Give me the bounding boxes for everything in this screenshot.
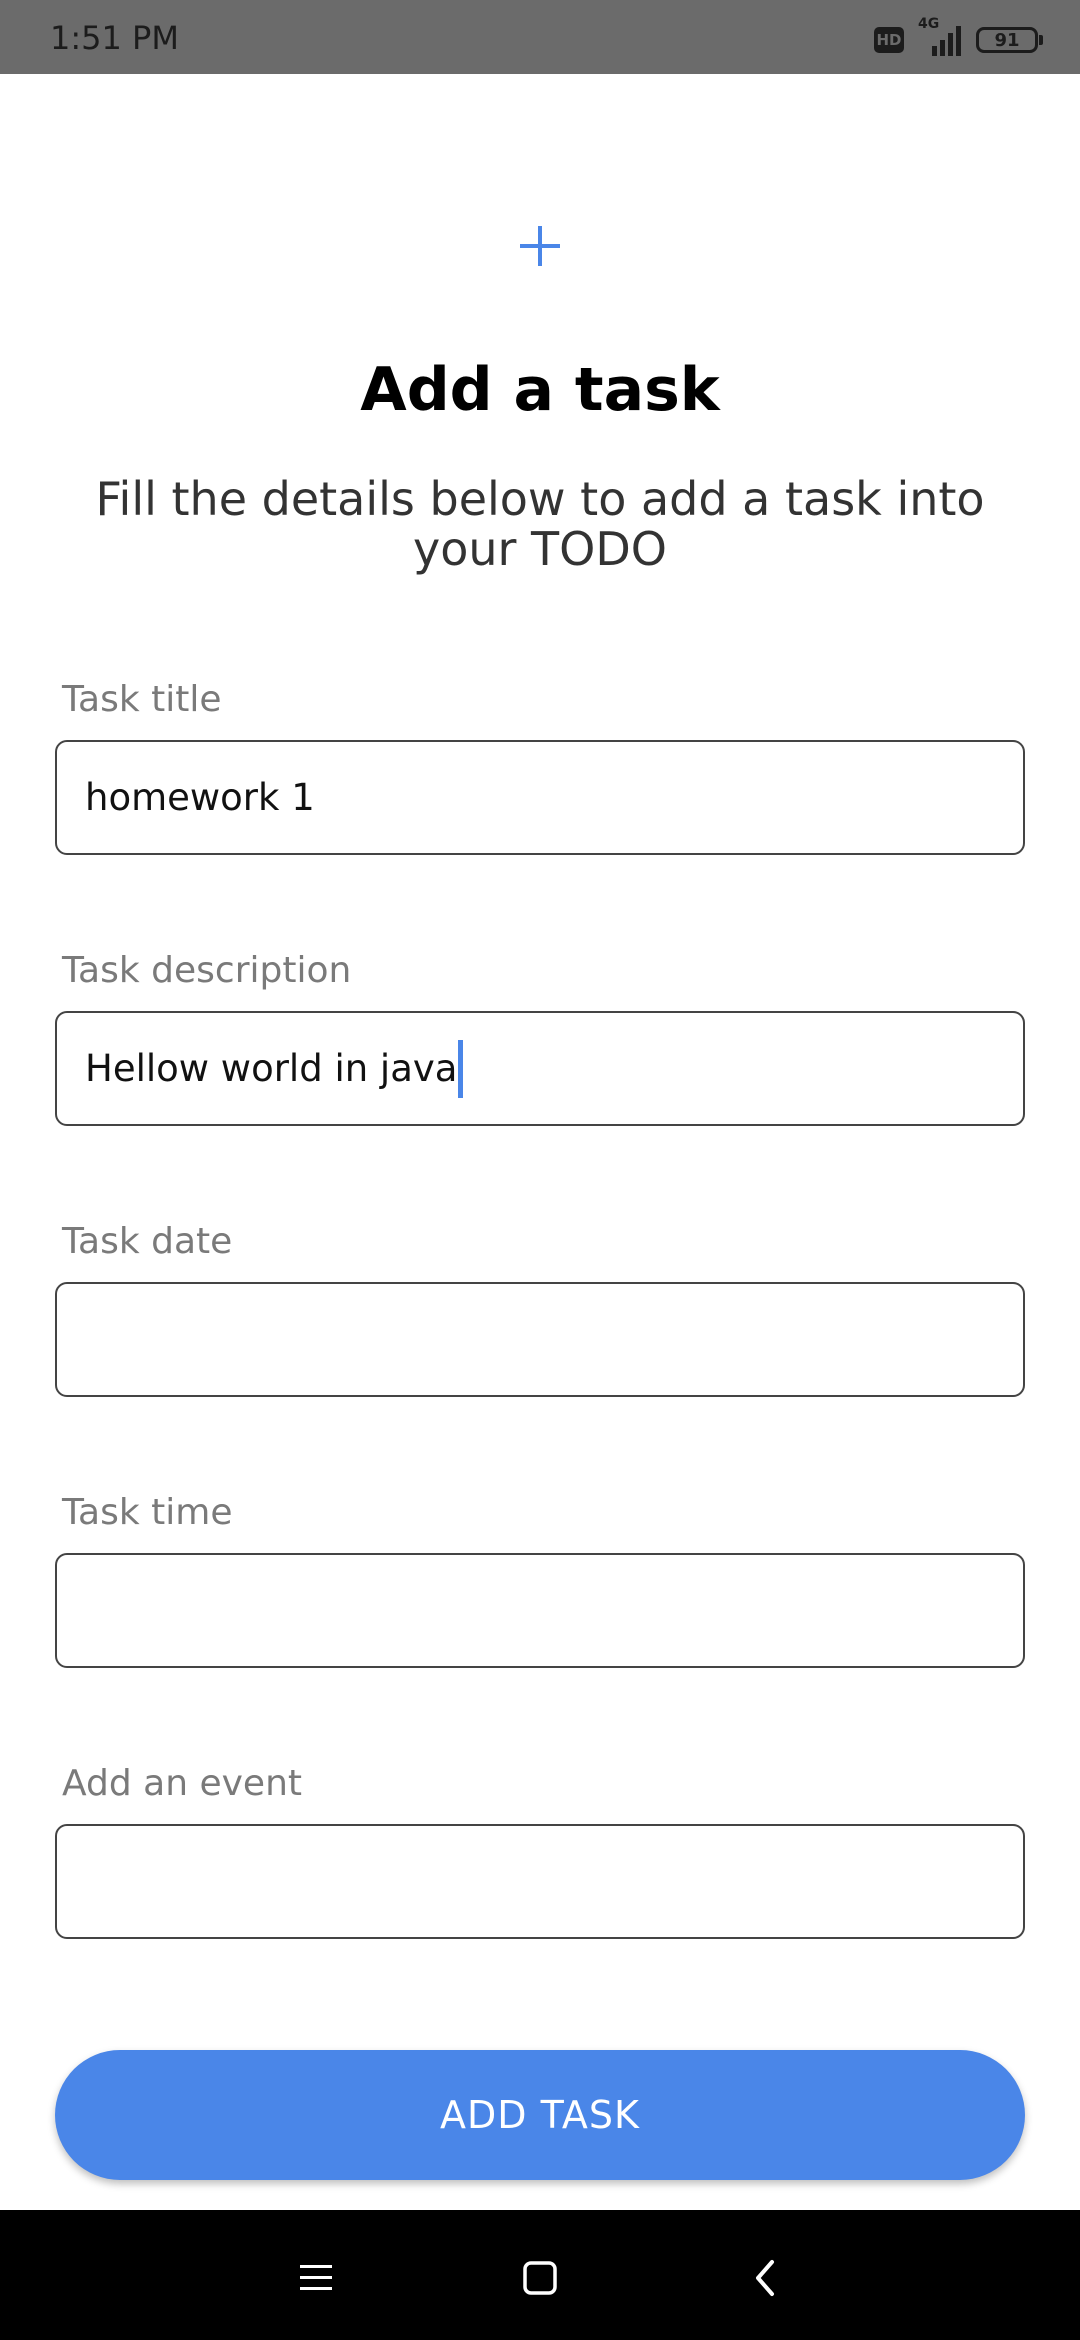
task-title-label: Task title (62, 679, 222, 720)
back-icon[interactable] (738, 2250, 794, 2306)
battery-level: 91 (994, 29, 1020, 51)
task-description-value: Hellow world in java (85, 1047, 458, 1090)
task-description-input[interactable]: Hellow world in java (55, 1011, 1025, 1126)
status-time: 1:51 PM (50, 19, 179, 57)
add-task-button[interactable]: ADD TASK (55, 2050, 1025, 2180)
page-subtitle: Fill the details below to add a task int… (95, 472, 985, 576)
battery-icon: 91 (976, 27, 1043, 53)
signal-icon: 4G (914, 16, 966, 60)
task-time-input[interactable] (55, 1553, 1025, 1668)
network-type-label: 4G (918, 16, 940, 32)
status-bar: 1:51 PM HD 4G 91 (0, 0, 1080, 74)
task-title-input[interactable]: homework 1 (55, 740, 1025, 855)
add-event-label: Add an event (62, 1763, 302, 1804)
home-icon[interactable] (512, 2250, 568, 2306)
add-event-input[interactable] (55, 1824, 1025, 1939)
navigation-bar (0, 2210, 1080, 2340)
task-description-label: Task description (62, 950, 352, 991)
menu-icon[interactable] (288, 2250, 344, 2306)
status-icons: HD 4G 91 (874, 16, 1043, 60)
task-time-label: Task time (62, 1492, 233, 1533)
page-title: Add a task (360, 355, 720, 425)
plus-icon (520, 226, 560, 266)
task-date-input[interactable] (55, 1282, 1025, 1397)
task-date-label: Task date (62, 1221, 233, 1262)
task-title-value: homework 1 (85, 776, 315, 819)
text-cursor (458, 1039, 464, 1098)
hd-icon: HD (874, 27, 904, 53)
